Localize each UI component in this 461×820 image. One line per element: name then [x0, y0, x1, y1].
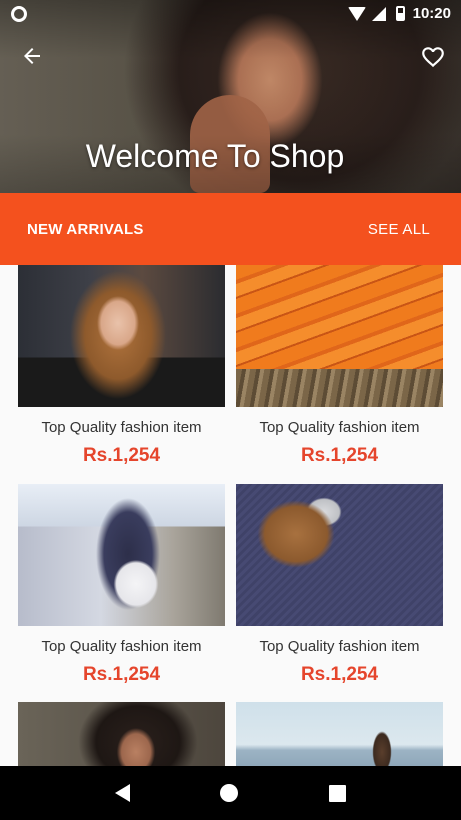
arrow-left-icon: [24, 48, 40, 64]
battery-icon: [395, 6, 405, 21]
product-card[interactable]: Top Quality fashion item Rs.1,254: [18, 484, 225, 686]
app-screen: 10:20 Welcome To Shop NEW ARRIVALS SEE A…: [0, 0, 461, 820]
product-title: Top Quality fashion item: [41, 419, 202, 436]
product-image[interactable]: [236, 484, 443, 626]
product-title: Top Quality fashion item: [41, 638, 202, 655]
product-image[interactable]: [18, 265, 225, 407]
nav-back-icon[interactable]: [115, 784, 131, 802]
signal-icon: [371, 6, 388, 21]
wifi-icon: [347, 6, 366, 21]
hero-title: Welcome To Shop: [85, 138, 345, 174]
back-button[interactable]: [18, 44, 46, 72]
system-navigation-bar: [0, 766, 461, 820]
hero-banner: 10:20 Welcome To Shop: [0, 0, 461, 193]
favorite-button[interactable]: [419, 44, 447, 72]
new-arrivals-header: NEW ARRIVALS SEE ALL: [0, 193, 461, 265]
status-bar: 10:20: [0, 0, 461, 27]
product-price: Rs.1,254: [82, 664, 161, 685]
product-title: Top Quality fashion item: [259, 638, 420, 655]
product-image[interactable]: [236, 265, 443, 407]
product-price: Rs.1,254: [300, 445, 379, 466]
product-price: Rs.1,254: [300, 664, 379, 685]
product-card[interactable]: Top Quality fashion item Rs.1,254: [18, 265, 225, 467]
nav-recents-icon[interactable]: [328, 784, 346, 802]
heart-outline-icon: [422, 47, 444, 68]
nav-home-icon[interactable]: [220, 784, 239, 802]
notification-dot-icon: [11, 5, 27, 22]
status-icons: 10:20: [347, 5, 451, 22]
see-all-button[interactable]: SEE ALL: [368, 221, 430, 238]
product-card[interactable]: Top Quality fashion item Rs.1,254: [236, 265, 443, 467]
product-price: Rs.1,254: [82, 445, 161, 466]
section-title: NEW ARRIVALS: [27, 220, 144, 238]
product-card[interactable]: Top Quality fashion item Rs.1,254: [236, 484, 443, 686]
product-title: Top Quality fashion item: [259, 419, 420, 436]
product-image[interactable]: [18, 484, 225, 626]
status-time: 10:20: [412, 5, 451, 22]
